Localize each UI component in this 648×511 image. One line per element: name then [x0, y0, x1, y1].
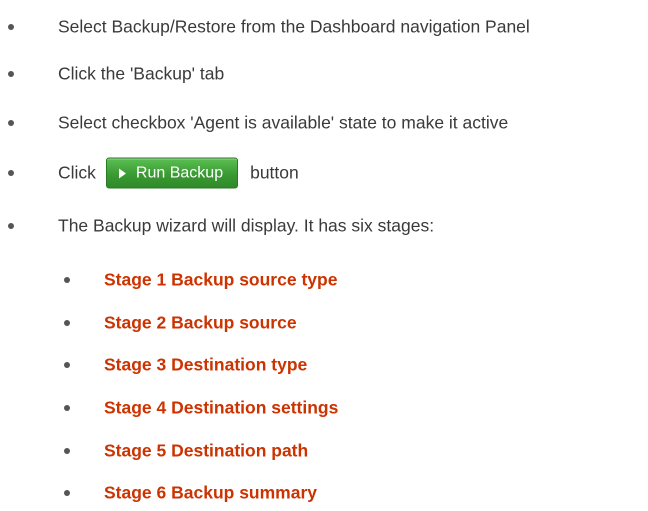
stage-link[interactable]: Stage 3 Destination type — [104, 355, 307, 376]
bullet-icon — [8, 71, 14, 77]
bullet-icon — [64, 405, 70, 411]
step-text-after: button — [250, 162, 299, 183]
run-backup-label: Run Backup — [135, 164, 224, 181]
step-text-before: Click — [58, 162, 96, 183]
bullet-icon — [8, 120, 14, 126]
bullet-icon — [64, 362, 70, 368]
bullet-icon — [64, 490, 70, 496]
step-text: Select checkbox 'Agent is available' sta… — [58, 112, 509, 133]
step-text: The Backup wizard will display. It has s… — [58, 215, 435, 236]
bullet-icon — [8, 170, 14, 176]
stage-link[interactable]: Stage 6 Backup summary — [104, 483, 317, 504]
bullet-icon — [64, 448, 70, 454]
stage-link[interactable]: Stage 4 Destination settings — [104, 398, 338, 419]
play-icon — [118, 168, 126, 178]
bullet-icon — [64, 320, 70, 326]
bullet-icon — [64, 277, 70, 283]
stage-link[interactable]: Stage 2 Backup source — [104, 313, 297, 334]
stage-link[interactable]: Stage 5 Destination path — [104, 441, 308, 462]
step-text: Click Run Backup button — [58, 157, 299, 189]
step-text: Click the 'Backup' tab — [58, 63, 225, 84]
run-backup-button[interactable]: Run Backup — [105, 157, 239, 189]
step-text: Select Backup/Restore from the Dashboard… — [58, 16, 530, 37]
bullet-icon — [8, 223, 14, 229]
stage-link[interactable]: Stage 1 Backup source type — [104, 270, 337, 291]
bullet-icon — [8, 24, 14, 30]
